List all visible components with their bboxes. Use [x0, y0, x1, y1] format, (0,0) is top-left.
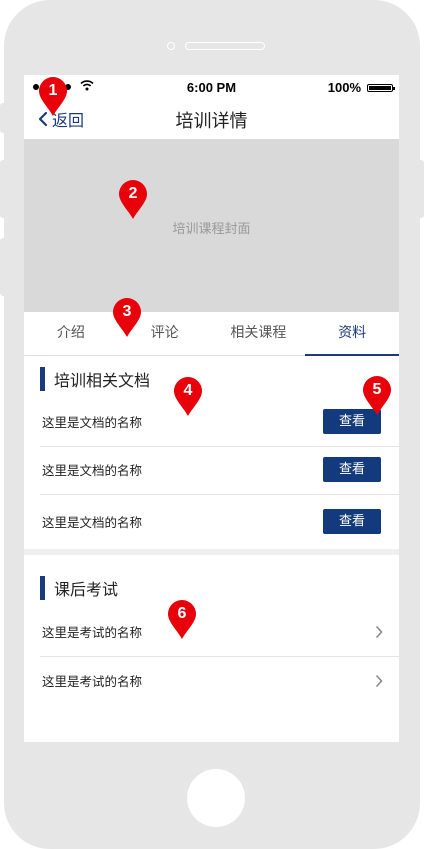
mute-switch	[0, 103, 6, 133]
chevron-right-icon	[375, 625, 383, 639]
document-name: 这里是文档的名称	[42, 415, 143, 430]
annotation-marker-5: 5	[362, 376, 392, 416]
view-document-button[interactable]: 查看	[323, 457, 381, 482]
tab-related-courses[interactable]: 相关课程	[212, 312, 306, 355]
app-screen: 6:00 PM 100% 返回 培训详情 培训课程封面 介绍 评论 相关课程 资…	[24, 75, 399, 742]
annotation-marker-6: 6	[167, 600, 197, 640]
status-bar: 6:00 PM 100%	[24, 75, 399, 99]
chevron-right-icon	[375, 674, 383, 688]
document-name: 这里是文档的名称	[42, 463, 143, 478]
document-row: 这里是文档的名称 查看	[40, 495, 399, 547]
home-button[interactable]	[187, 769, 245, 827]
camera-dot	[167, 42, 175, 50]
volume-up-button	[0, 160, 6, 218]
exams-title-text: 课后考试	[54, 580, 119, 599]
exam-name: 这里是考试的名称	[42, 625, 143, 640]
exam-name: 这里是考试的名称	[42, 674, 143, 689]
section-marker	[40, 367, 45, 391]
navigation-bar: 返回 培训详情	[24, 99, 399, 139]
exam-row[interactable]: 这里是考试的名称	[40, 654, 399, 706]
battery-percentage: 100%	[327, 80, 361, 95]
document-name: 这里是文档的名称	[42, 515, 143, 530]
section-divider	[24, 549, 399, 555]
annotation-marker-2: 2	[118, 180, 148, 220]
page-title: 培训详情	[175, 111, 248, 132]
documents-title-text: 培训相关文档	[54, 371, 151, 390]
tab-materials[interactable]: 资料	[305, 312, 399, 356]
document-row: 这里是文档的名称 查看	[40, 395, 399, 447]
exams-section-title: 课后考试	[40, 576, 118, 600]
annotation-marker-4: 4	[173, 377, 203, 417]
view-document-button[interactable]: 查看	[323, 509, 381, 534]
battery-icon	[367, 84, 395, 92]
section-marker	[40, 576, 45, 600]
annotation-marker-3: 3	[112, 298, 142, 338]
exam-row[interactable]: 这里是考试的名称	[40, 605, 399, 657]
volume-down-button	[0, 238, 6, 296]
tab-bar: 介绍 评论 相关课程 资料	[24, 312, 399, 356]
power-button	[418, 160, 424, 218]
document-row: 这里是文档的名称 查看	[40, 443, 399, 495]
annotation-marker-1: 1	[38, 77, 68, 117]
cover-placeholder-label: 培训课程封面	[172, 222, 251, 237]
speaker-slot	[185, 42, 265, 50]
tab-introduction[interactable]: 介绍	[24, 312, 118, 355]
course-cover-image: 培训课程封面	[24, 139, 399, 312]
documents-section-title: 培训相关文档	[40, 367, 150, 391]
